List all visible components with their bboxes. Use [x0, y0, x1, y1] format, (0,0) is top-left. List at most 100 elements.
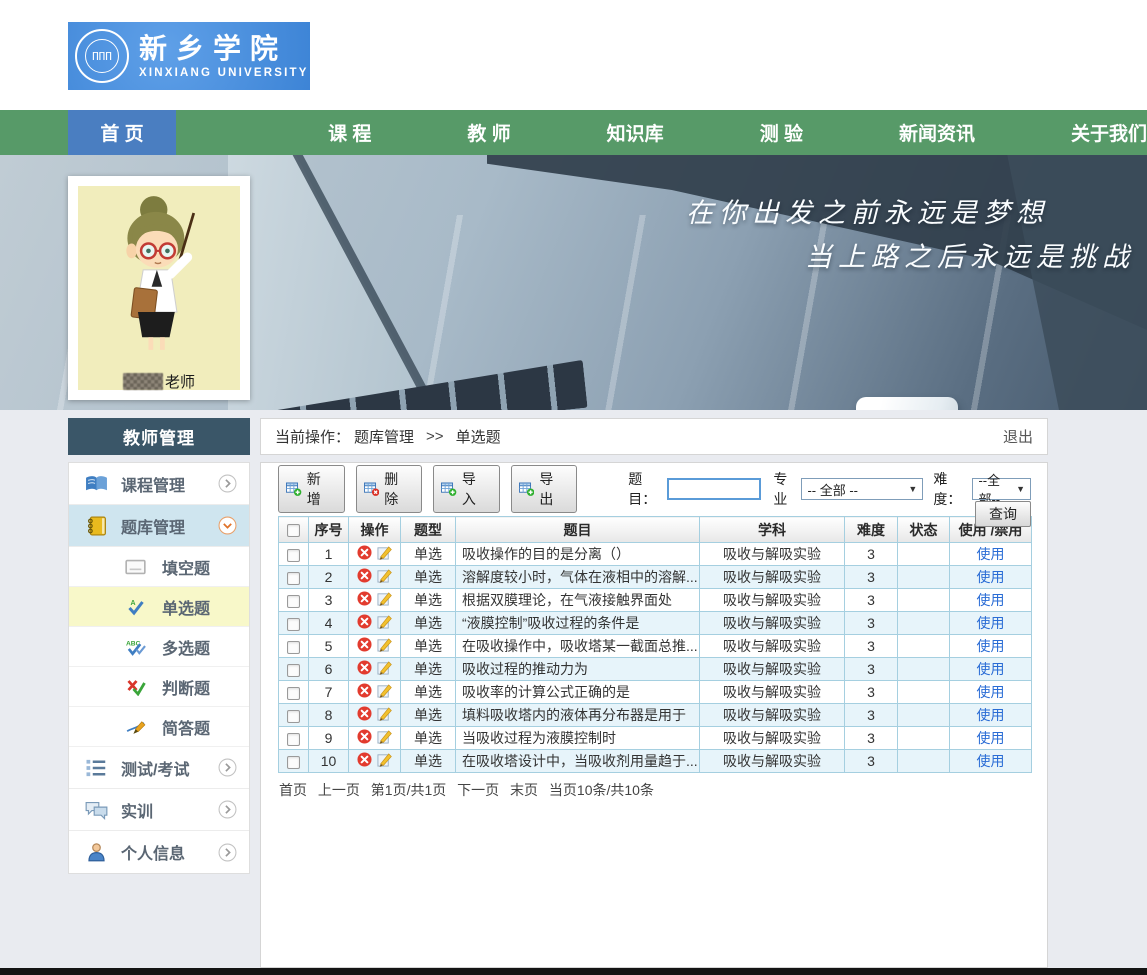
- delete-button[interactable]: 删除: [356, 465, 423, 513]
- edit-row-icon[interactable]: [377, 683, 392, 701]
- question-difficulty: 3: [845, 681, 898, 704]
- row-checkbox[interactable]: [287, 756, 300, 769]
- sidebar-item-question-bank[interactable]: 题库管理: [69, 505, 249, 547]
- nav-item-quiz[interactable]: 测 验: [760, 110, 803, 155]
- question-title: 填料吸收塔内的液体再分布器是用于: [456, 704, 700, 727]
- next-page-link[interactable]: 下一页: [457, 782, 499, 798]
- question-type: 单选: [401, 612, 456, 635]
- delete-row-icon[interactable]: [357, 614, 372, 632]
- delete-row-icon[interactable]: [357, 752, 372, 770]
- edit-row-icon[interactable]: [377, 591, 392, 609]
- edit-row-icon[interactable]: [377, 660, 392, 678]
- last-page-link[interactable]: 末页: [510, 782, 538, 798]
- delete-row-icon[interactable]: [357, 545, 372, 563]
- usage-link[interactable]: 使用: [977, 546, 1005, 562]
- col-header-type: 题型: [401, 517, 456, 543]
- table-row: 9 单选 当吸收过程为液膜控制时 吸收与解吸实验 3 使用: [279, 727, 1032, 750]
- nav-item-news[interactable]: 新闻资讯: [899, 110, 975, 155]
- usage-link[interactable]: 使用: [977, 592, 1005, 608]
- question-subject: 吸收与解吸实验: [700, 727, 845, 750]
- sidebar-item-multi-choice[interactable]: ABC 多选题: [69, 627, 249, 667]
- sidebar-item-judge[interactable]: 判断题: [69, 667, 249, 707]
- table-row: 2 单选 溶解度较小时，气体在液相中的溶解... 吸收与解吸实验 3 使用: [279, 566, 1032, 589]
- sidebar-item-fill-blank[interactable]: 填空题: [69, 547, 249, 587]
- question-subject: 吸收与解吸实验: [700, 589, 845, 612]
- question-title: 溶解度较小时，气体在液相中的溶解...: [456, 566, 700, 589]
- nav-item-teachers[interactable]: 教 师: [467, 110, 510, 155]
- row-checkbox[interactable]: [287, 572, 300, 585]
- delete-row-icon[interactable]: [357, 568, 372, 586]
- question-difficulty: 3: [845, 750, 898, 773]
- major-select[interactable]: -- 全部 -- ▼: [801, 478, 923, 500]
- title-filter-input[interactable]: [667, 478, 761, 500]
- sidebar-item-single-choice[interactable]: A 单选题: [69, 587, 249, 627]
- edit-row-icon[interactable]: [377, 568, 392, 586]
- edit-row-icon[interactable]: [377, 637, 392, 655]
- sidebar-item-personal-info[interactable]: 个人信息: [69, 831, 249, 873]
- chat-bubbles-icon: [85, 800, 108, 820]
- multi-check-icon: ABC: [125, 638, 146, 656]
- import-button[interactable]: 导入: [433, 465, 500, 513]
- question-type: 单选: [401, 681, 456, 704]
- sidebar-item-test-exam[interactable]: 测试/考试: [69, 747, 249, 789]
- usage-link[interactable]: 使用: [977, 569, 1005, 585]
- prev-page-link[interactable]: 上一页: [318, 782, 360, 798]
- question-type: 单选: [401, 566, 456, 589]
- sidebar-item-short-answer[interactable]: 简答题: [69, 707, 249, 747]
- row-checkbox[interactable]: [287, 618, 300, 631]
- usage-link[interactable]: 使用: [977, 707, 1005, 723]
- dropdown-arrow-icon: ▼: [903, 484, 917, 494]
- usage-link[interactable]: 使用: [977, 638, 1005, 654]
- sidebar-item-label: 实训: [121, 798, 153, 822]
- difficulty-select[interactable]: --全部-- ▼: [972, 478, 1031, 500]
- nav-item-knowledge[interactable]: 知识库: [607, 110, 664, 155]
- edit-row-icon[interactable]: [377, 614, 392, 632]
- delete-row-icon[interactable]: [357, 706, 372, 724]
- usage-link[interactable]: 使用: [977, 684, 1005, 700]
- question-table: 序号 操作 题型 题目 学科 难度 状态 使用 /禁用 1: [278, 516, 1032, 773]
- breadcrumb-section[interactable]: 题库管理: [354, 426, 414, 447]
- col-header-status: 状态: [898, 517, 950, 543]
- edit-row-icon[interactable]: [377, 729, 392, 747]
- usage-link[interactable]: 使用: [977, 661, 1005, 677]
- delete-row-icon[interactable]: [357, 729, 372, 747]
- row-checkbox[interactable]: [287, 687, 300, 700]
- row-checkbox[interactable]: [287, 664, 300, 677]
- teacher-name: 老师: [68, 371, 250, 392]
- delete-row-icon[interactable]: [357, 683, 372, 701]
- logout-button[interactable]: 退出: [1003, 426, 1033, 447]
- nav-item-courses[interactable]: 课 程: [328, 110, 371, 155]
- delete-row-icon[interactable]: [357, 637, 372, 655]
- question-status: [898, 566, 950, 589]
- export-button[interactable]: 导出: [511, 465, 578, 513]
- person-icon: [85, 842, 108, 862]
- usage-link[interactable]: 使用: [977, 615, 1005, 631]
- sidebar-item-label: 判断题: [162, 675, 210, 699]
- add-button[interactable]: 新增: [278, 465, 345, 513]
- row-checkbox[interactable]: [287, 710, 300, 723]
- delete-row-icon[interactable]: [357, 591, 372, 609]
- sidebar-item-label: 单选题: [162, 595, 210, 619]
- table-row: 4 单选 “液膜控制”吸收过程的条件是 吸收与解吸实验 3 使用: [279, 612, 1032, 635]
- nav-item-about[interactable]: 关于我们: [1071, 110, 1147, 155]
- delete-row-icon[interactable]: [357, 660, 372, 678]
- chevron-right-icon: [218, 758, 237, 777]
- first-page-link[interactable]: 首页: [279, 782, 307, 798]
- edit-row-icon[interactable]: [377, 752, 392, 770]
- row-checkbox[interactable]: [287, 733, 300, 746]
- edit-row-icon[interactable]: [377, 545, 392, 563]
- edit-row-icon[interactable]: [377, 706, 392, 724]
- usage-link[interactable]: 使用: [977, 730, 1005, 746]
- usage-link[interactable]: 使用: [977, 753, 1005, 769]
- question-bank-panel: 新增 删除 导入: [260, 462, 1048, 968]
- row-checkbox[interactable]: [287, 641, 300, 654]
- sidebar-item-training[interactable]: 实训: [69, 789, 249, 831]
- select-all-checkbox[interactable]: [287, 524, 300, 537]
- question-title: 吸收过程的推动力为: [456, 658, 700, 681]
- row-checkbox[interactable]: [287, 549, 300, 562]
- row-checkbox[interactable]: [287, 595, 300, 608]
- sidebar-item-course-mgmt[interactable]: 课程管理: [69, 463, 249, 505]
- query-button[interactable]: 查询: [975, 501, 1031, 527]
- nav-item-home[interactable]: 首 页: [68, 110, 176, 155]
- svg-text:A: A: [131, 600, 136, 607]
